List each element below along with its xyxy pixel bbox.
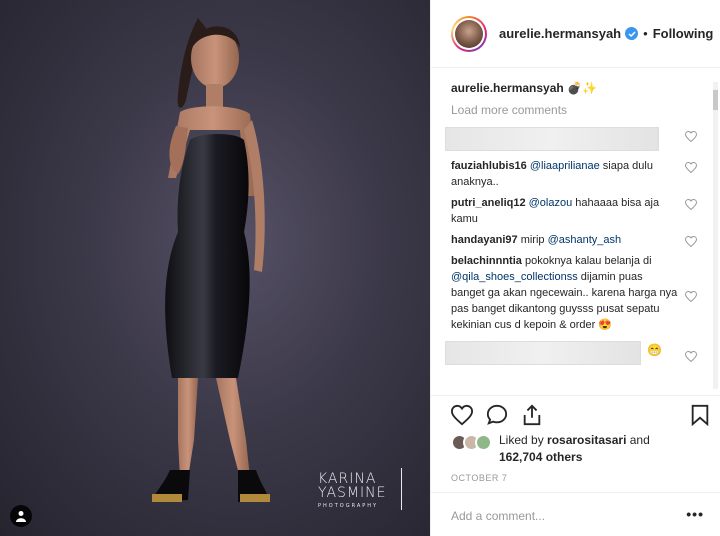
comment-text-pre: mirip — [517, 234, 548, 246]
likes-summary: Liked by rosarositasari and 162,704 othe… — [451, 432, 669, 466]
heart-icon[interactable] — [685, 131, 697, 142]
bookmark-icon[interactable] — [689, 404, 711, 426]
add-comment-input[interactable]: Add a comment... — [431, 492, 720, 536]
share-icon[interactable] — [521, 404, 543, 426]
comment-mention[interactable]: @qila_shoes_collectionss — [451, 271, 578, 283]
header-username[interactable]: aurelie.hermansyah — [499, 26, 621, 41]
comment-username[interactable]: fauziahlubis16 — [451, 160, 527, 172]
post-date[interactable]: OCTOBER 7 — [451, 473, 507, 483]
heart-icon[interactable] — [685, 351, 697, 362]
post-caption: aurelie.hermansyah 💣✨ — [451, 79, 720, 97]
comment-text-pre: pokoknya kalau belanja di — [521, 255, 652, 267]
comment-icon[interactable] — [486, 404, 508, 426]
verified-badge-icon — [625, 27, 639, 40]
comments-scrollbar[interactable] — [713, 82, 718, 389]
likes-text: Liked by rosarositasari and 162,704 othe… — [499, 432, 669, 466]
comment-mention[interactable]: @olazou — [529, 197, 573, 209]
person-icon[interactable] — [10, 505, 32, 527]
watermark-line-2: YASMINE — [318, 485, 387, 501]
comment-username[interactable]: putri_aneliq12 — [451, 197, 526, 209]
model-figure — [152, 18, 270, 502]
heart-icon[interactable] — [685, 199, 697, 210]
photographer-watermark: KARINA YASMINE PHOTOGRAPHY — [318, 468, 402, 510]
redaction-box — [445, 341, 641, 365]
heart-icon[interactable] — [685, 236, 697, 247]
post-header: aurelie.hermansyah • Following — [431, 0, 720, 68]
post-sidebar: aurelie.hermansyah • Following aurelie.h… — [430, 0, 720, 536]
comment-mention[interactable]: @ashanty_ash — [548, 234, 622, 246]
post-photo[interactable]: KARINA YASMINE PHOTOGRAPHY — [0, 0, 430, 536]
watermark-line-3: PHOTOGRAPHY — [318, 503, 379, 509]
comments-list: aurelie.hermansyah 💣✨ Load more comments… — [431, 69, 720, 395]
heart-icon[interactable] — [451, 404, 473, 426]
blurred-comment: 😁 — [445, 341, 699, 367]
following-button[interactable]: Following — [653, 26, 714, 41]
liker-username[interactable]: rosarositasari — [547, 433, 626, 447]
action-bar — [431, 395, 720, 429]
blurred-comment-emoji: 😁 — [647, 343, 662, 357]
comment-item: handayani97 mirip @ashanty_ash — [451, 232, 699, 248]
header-separator: • — [643, 26, 648, 41]
comment-username[interactable]: handayani97 — [451, 234, 518, 246]
liker-avatars[interactable] — [451, 434, 492, 451]
comment-item: fauziahlubis16 @liaaprilianae siapa dulu… — [451, 158, 699, 190]
load-more-comments-button[interactable]: Load more comments — [451, 101, 720, 119]
blurred-comment — [445, 127, 699, 153]
comment-username[interactable]: belachinnntia — [451, 255, 522, 267]
likes-and: and — [626, 433, 650, 447]
caption-username[interactable]: aurelie.hermansyah — [451, 81, 564, 95]
likes-count[interactable]: 162,704 others — [499, 450, 582, 464]
avatar[interactable] — [451, 15, 487, 52]
redaction-box — [445, 127, 659, 151]
watermark-divider — [401, 468, 402, 510]
likes-prefix: Liked by — [499, 433, 548, 447]
caption-text: 💣✨ — [567, 81, 597, 95]
more-options-button[interactable]: ••• — [686, 506, 704, 522]
heart-icon[interactable] — [685, 291, 697, 302]
comment-mention[interactable]: @liaaprilianae — [530, 160, 600, 172]
comment-item: putri_aneliq12 @olazou hahaaaa bisa aja … — [451, 195, 699, 227]
comment-item: belachinnntia pokoknya kalau belanja di … — [451, 253, 699, 333]
scrollbar-thumb[interactable] — [713, 90, 718, 110]
heart-icon[interactable] — [685, 162, 697, 173]
watermark-line-1: KARINA — [318, 471, 377, 487]
